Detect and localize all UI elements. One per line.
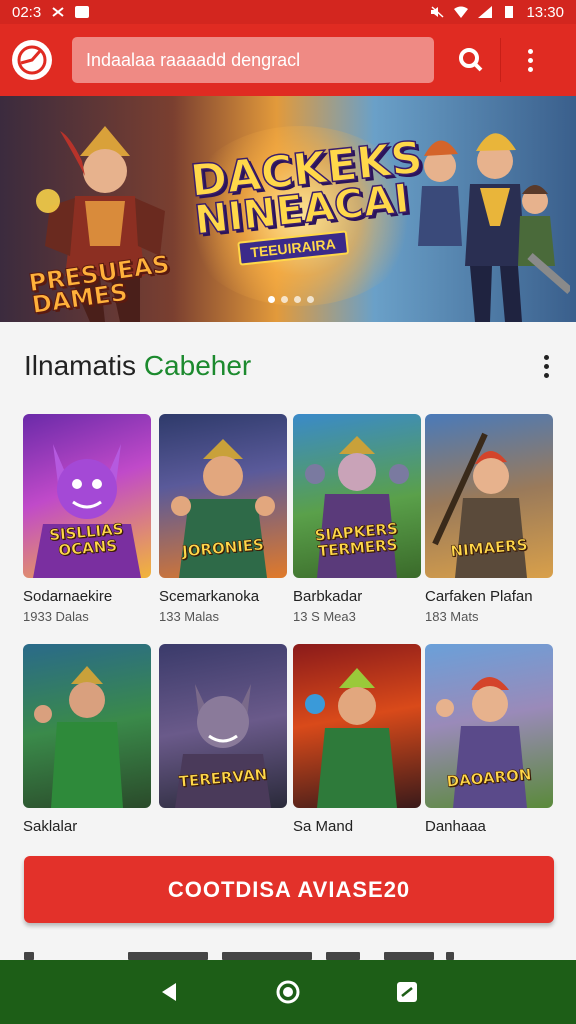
- carousel-dot[interactable]: [281, 296, 288, 303]
- game-card[interactable]: Sa Mand: [293, 644, 421, 839]
- wifi-icon: [454, 6, 469, 18]
- mute-icon: [431, 6, 444, 18]
- section-header: Ilnamatis Cabeher: [24, 338, 554, 394]
- hero-party-art: [418, 133, 570, 322]
- game-meta: 133 Malas: [159, 609, 219, 624]
- status-clock: 13:30: [526, 3, 564, 21]
- game-thumbnail: [293, 644, 421, 808]
- game-thumbnail: TERERVAN: [159, 644, 287, 808]
- search-icon: [459, 48, 483, 72]
- section-title: Ilnamatis Cabeher: [24, 350, 251, 382]
- logo-icon: [17, 45, 47, 75]
- header-divider: [500, 38, 501, 82]
- hero-art: [305, 668, 397, 808]
- more-options-button[interactable]: [509, 37, 551, 83]
- carousel-dot[interactable]: [294, 296, 301, 303]
- back-icon: [162, 983, 177, 1001]
- game-title: Scemarkanoka: [159, 588, 260, 605]
- home-button[interactable]: [268, 972, 308, 1012]
- game-card[interactable]: JORONIES Scemarkanoka 133 Malas: [159, 414, 287, 624]
- more-vert-icon: [527, 48, 533, 54]
- hero-art: [34, 666, 123, 808]
- game-title: Danhaaa: [425, 818, 486, 835]
- game-card[interactable]: SIAPKERS TERMERS Barbkadar 13 S Mea3: [293, 414, 421, 624]
- game-card[interactable]: SISLLIAS OCANS Sodarnaekire 1933 Dalas: [23, 414, 151, 624]
- game-title: Carfaken Plafan: [425, 588, 533, 605]
- search-button[interactable]: [450, 37, 492, 83]
- battery-icon: [505, 6, 514, 18]
- carousel-indicator: [268, 296, 314, 303]
- carousel-dot[interactable]: [307, 296, 314, 303]
- section-more-button[interactable]: [538, 346, 554, 386]
- home-icon: [276, 980, 300, 1004]
- status-time: 02:3: [12, 3, 42, 21]
- game-card[interactable]: TERERVAN: [159, 644, 287, 818]
- signal-icon: [478, 6, 493, 18]
- game-card[interactable]: NIMAERS Carfaken Plafan 183 Mats: [425, 414, 553, 624]
- featured-banner[interactable]: DACKEKS NINEACAI TEEUIRAIRA PRESUEAS DAM…: [0, 96, 576, 322]
- game-thumbnail: SIAPKERS TERMERS: [293, 414, 421, 578]
- game-thumbnail: SISLLIAS OCANS: [23, 414, 151, 578]
- game-card[interactable]: DAOARON Danhaaa: [425, 644, 553, 839]
- more-vert-icon: [543, 354, 549, 360]
- game-thumbnail: NIMAERS: [425, 414, 553, 578]
- game-thumbnail: [23, 644, 151, 808]
- game-title: Saklalar: [23, 818, 78, 835]
- app-header: [0, 24, 576, 96]
- section-title-accent: Cabeher: [143, 350, 252, 381]
- game-meta: 183 Mats: [425, 609, 479, 624]
- game-meta: 1933 Dalas: [23, 609, 89, 624]
- next-row-peek: [0, 946, 576, 960]
- tools-icon: [52, 7, 64, 17]
- search-input[interactable]: [72, 37, 434, 83]
- recents-icon: [396, 982, 417, 1002]
- app-logo[interactable]: [12, 40, 52, 80]
- game-meta: 13 S Mea3: [293, 609, 356, 624]
- recents-button[interactable]: [387, 972, 427, 1012]
- game-title: Sodarnaekire: [23, 588, 113, 605]
- game-thumbnail: DAOARON: [425, 644, 553, 808]
- back-button[interactable]: [149, 972, 189, 1012]
- notification-icon: [75, 6, 90, 18]
- game-title: Sa Mand: [293, 818, 354, 835]
- status-bar: 02:3 13:30: [0, 0, 576, 24]
- navigation-bar: [0, 960, 576, 1024]
- cta-button[interactable]: COOTDISA AVIASE20: [24, 856, 554, 923]
- section-title-main: Ilnamatis: [24, 350, 137, 381]
- game-title: Barbkadar: [293, 588, 363, 605]
- carousel-dot[interactable]: [268, 296, 275, 303]
- game-card[interactable]: Saklalar: [23, 644, 151, 839]
- game-thumbnail: JORONIES: [159, 414, 287, 578]
